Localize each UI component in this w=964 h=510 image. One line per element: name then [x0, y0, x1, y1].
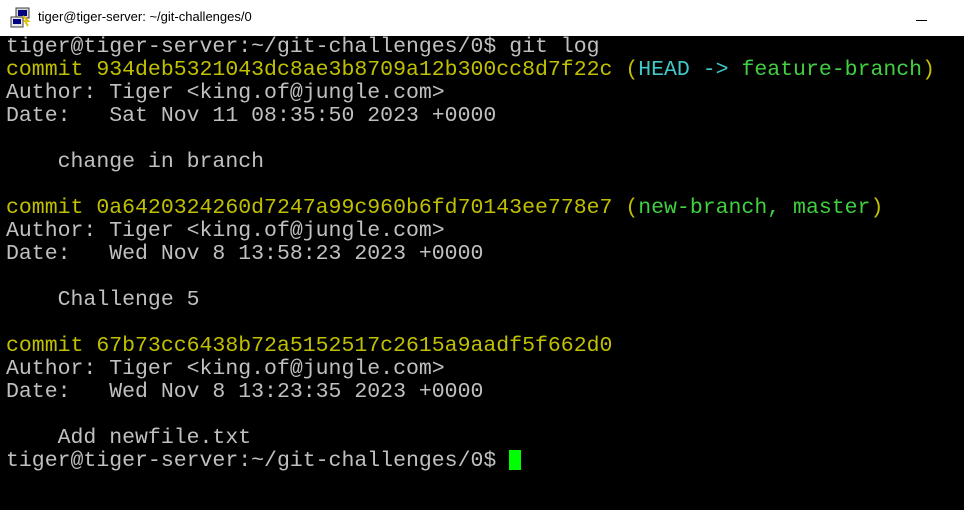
commit-line: commit 67b73cc6438b72a5152517c2615a9aadf… [6, 335, 935, 358]
date-line: Date: Wed Nov 8 13:58:23 2023 +0000 [6, 242, 484, 266]
commit-hash: commit 0a6420324260d7247a99c960b6fd70143… [6, 196, 613, 220]
author-line: Author: Tiger <king.of@jungle.com> [6, 357, 445, 381]
head-ref: HEAD -> [638, 58, 729, 82]
minimize-button[interactable] [902, 4, 950, 32]
terminal-window: tiger@tiger-server: ~/git-challenges/0 t… [0, 0, 964, 510]
commit-hash: commit 67b73cc6438b72a5152517c2615a9aadf… [6, 334, 613, 358]
prompt-line[interactable]: tiger@tiger-server:~/git-challenges/0$ [6, 450, 935, 473]
prompt: tiger@tiger-server:~/git-challenges/0$ [6, 449, 497, 473]
commit-line: commit 934deb5321043dc8ae3b8709a12b300cc… [6, 59, 935, 82]
author-line: Author: Tiger <king.of@jungle.com> [6, 81, 445, 105]
title-bar[interactable]: tiger@tiger-server: ~/git-challenges/0 [0, 0, 964, 36]
refs-close: ) [922, 58, 935, 82]
commit-line: commit 0a6420324260d7247a99c960b6fd70143… [6, 197, 935, 220]
window-title: tiger@tiger-server: ~/git-challenges/0 [38, 9, 252, 24]
date-line: Date: Sat Nov 11 08:35:50 2023 +0000 [6, 104, 497, 128]
branch-refs: feature-branch [741, 58, 923, 82]
commit-hash: commit 934deb5321043dc8ae3b8709a12b300cc… [6, 58, 613, 82]
refs-close: ) [870, 196, 884, 220]
author-line: Author: Tiger <king.of@jungle.com> [6, 219, 445, 243]
cursor-block [509, 450, 522, 470]
date-line: Date: Wed Nov 8 13:23:35 2023 +0000 [6, 380, 484, 404]
refs-open: ( [625, 58, 639, 82]
commit-message: Add newfile.txt [6, 426, 252, 450]
command-text: git log [509, 36, 600, 59]
terminal-line: tiger@tiger-server:~/git-challenges/0$ g… [6, 36, 935, 59]
putty-icon [9, 7, 31, 29]
prompt: tiger@tiger-server:~/git-challenges/0$ [6, 36, 497, 59]
commit-message: change in branch [6, 150, 265, 174]
refs-open: ( [625, 196, 639, 220]
commit-message: Challenge 5 [6, 288, 200, 312]
terminal-output[interactable]: tiger@tiger-server:~/git-challenges/0$ g… [0, 36, 964, 510]
branch-refs: new-branch, master [638, 196, 871, 220]
